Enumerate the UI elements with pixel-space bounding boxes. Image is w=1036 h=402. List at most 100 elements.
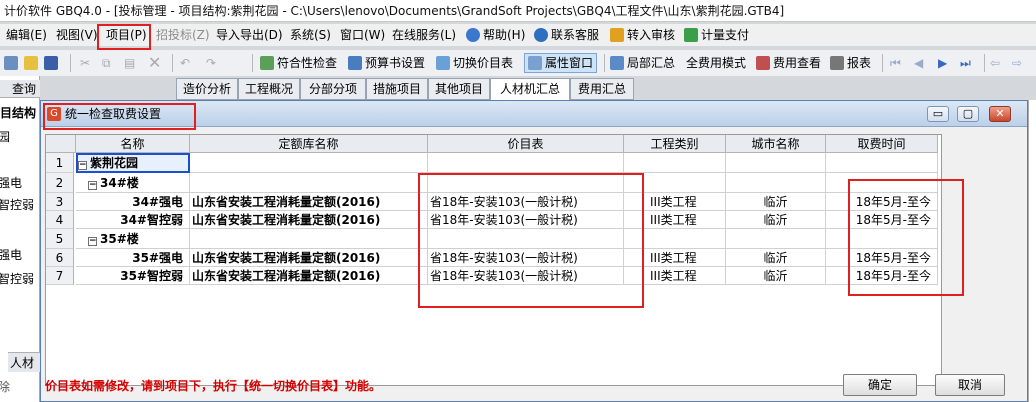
compliance-check-button[interactable]: 符合性检查: [260, 53, 337, 73]
column-header-fee-time[interactable]: 取费时间: [826, 135, 938, 153]
menu-window[interactable]: 窗口(W): [340, 24, 385, 46]
menu-transfer-audit[interactable]: 转入审核: [610, 24, 675, 46]
next-icon[interactable]: ▶: [938, 53, 947, 73]
toolbar-separator: [604, 54, 605, 72]
tree-item-34-weak[interactable]: 智控弱: [0, 196, 34, 213]
fee-time-cell[interactable]: 18年5月-至今: [826, 267, 938, 285]
grid-name-cell[interactable]: − 紫荆花园: [76, 153, 190, 173]
library-cell[interactable]: 山东省安装工程消耗量定额(2016): [190, 267, 428, 285]
price-table-cell[interactable]: 省18年-安装103(一般计税): [428, 193, 624, 211]
report-button[interactable]: 报表: [830, 53, 871, 73]
dialog-titlebar[interactable]: G 统一检查取费设置 ▭ ▢ ✕: [41, 101, 1027, 127]
city-cell[interactable]: 临沂: [726, 193, 826, 211]
library-cell[interactable]: 山东省安装工程消耗量定额(2016): [190, 211, 428, 229]
redo-icon[interactable]: ↷: [206, 53, 216, 73]
bottom-item[interactable]: 除: [0, 378, 10, 395]
budget-settings-button[interactable]: 预算书设置: [348, 53, 425, 73]
grid-name-cell[interactable]: 34#智控弱: [76, 211, 190, 229]
grid-name-cell[interactable]: 35#智控弱: [76, 267, 190, 285]
arrow-left-icon[interactable]: ⇦: [990, 53, 1000, 73]
collapse-icon[interactable]: −: [88, 181, 97, 190]
tab-other-items[interactable]: 其他项目: [428, 78, 490, 100]
menu-measure-payment[interactable]: 计量支付: [684, 24, 749, 46]
report-icon: [830, 56, 844, 70]
menu-customer-service[interactable]: 联系客服: [534, 24, 599, 46]
cut-icon[interactable]: ✂: [80, 53, 90, 73]
column-header-name[interactable]: 名称: [76, 135, 190, 153]
fee-time-cell[interactable]: 18年5月-至今: [826, 249, 938, 267]
tab-project-overview[interactable]: 工程概况: [238, 78, 300, 100]
tree-item-34-power[interactable]: 强电: [0, 174, 22, 191]
library-cell[interactable]: 山东省安装工程消耗量定额(2016): [190, 193, 428, 211]
menu-view[interactable]: 视图(V): [56, 24, 98, 46]
price-table-cell[interactable]: 省18年-安装103(一般计税): [428, 267, 624, 285]
category-cell[interactable]: III类工程: [624, 211, 726, 229]
tab-measures[interactable]: 措施项目: [366, 78, 428, 100]
maximize-button[interactable]: ▢: [957, 106, 979, 122]
ok-button[interactable]: 确定: [843, 374, 917, 396]
category-cell[interactable]: III类工程: [624, 193, 726, 211]
grid-name-cell[interactable]: 34#强电: [76, 193, 190, 211]
grid-name-cell[interactable]: −35#楼: [76, 229, 190, 249]
city-cell[interactable]: 临沂: [726, 267, 826, 285]
arrow-right-icon[interactable]: ⇨: [1012, 53, 1022, 73]
price-table-cell: [428, 153, 624, 173]
column-header-category[interactable]: 工程类别: [624, 135, 726, 153]
partial-summary-button[interactable]: 局部汇总: [610, 53, 675, 73]
summary-icon: [610, 56, 624, 70]
menu-system[interactable]: 系统(S): [290, 24, 331, 46]
menu-online-service[interactable]: 在线服务(L): [392, 24, 456, 46]
tree-item-35-weak[interactable]: 智控弱: [0, 270, 34, 287]
fee-time-cell[interactable]: 18年5月-至今: [826, 193, 938, 211]
category-cell[interactable]: III类工程: [624, 267, 726, 285]
column-header-city[interactable]: 城市名称: [726, 135, 826, 153]
right-panel-edge: [1028, 100, 1036, 402]
grid-name-cell[interactable]: 35#强电: [76, 249, 190, 267]
grid-name-cell[interactable]: −34#楼: [76, 173, 190, 193]
first-icon[interactable]: ⏮: [890, 53, 901, 73]
menu-import-export[interactable]: 导入导出(D): [216, 24, 283, 46]
menu-bidding[interactable]: 招投标(Z): [156, 24, 210, 46]
edit-icon[interactable]: [4, 53, 21, 73]
city-cell[interactable]: 临沂: [726, 211, 826, 229]
last-icon[interactable]: ⏭: [960, 53, 971, 73]
collapse-icon[interactable]: −: [78, 161, 87, 170]
delete-icon[interactable]: ✕: [148, 53, 161, 73]
tab-cost-analysis[interactable]: 造价分析: [176, 78, 238, 100]
column-header-library[interactable]: 定额库名称: [190, 135, 428, 153]
save-icon[interactable]: [44, 53, 61, 73]
undo-icon[interactable]: ↶: [180, 53, 190, 73]
city-cell[interactable]: 临沂: [726, 249, 826, 267]
previous-icon[interactable]: ◀: [914, 53, 923, 73]
tab-sections[interactable]: 分部分项: [300, 78, 366, 100]
close-button[interactable]: ✕: [989, 106, 1011, 122]
help-icon: [466, 28, 480, 42]
tree-item-35-power[interactable]: 强电: [0, 246, 22, 263]
query-button[interactable]: 查询: [0, 80, 40, 98]
fee-time-cell[interactable]: 18年5月-至今: [826, 211, 938, 229]
view-cost-button[interactable]: 费用查看: [756, 53, 821, 73]
cancel-button[interactable]: 取消: [935, 374, 1005, 396]
library-cell[interactable]: 山东省安装工程消耗量定额(2016): [190, 249, 428, 267]
paste-icon[interactable]: ▤: [124, 53, 135, 73]
menu-help[interactable]: 帮助(H): [466, 24, 525, 46]
open-folder-icon[interactable]: [24, 53, 41, 73]
price-table-cell[interactable]: 省18年-安装103(一般计税): [428, 249, 624, 267]
switch-price-table-button[interactable]: 切换价目表: [436, 53, 513, 73]
tab-fee-summary[interactable]: 费用汇总: [570, 78, 634, 100]
price-table-note: 价目表如需修改，请到项目下，执行【统一切换价目表】功能。: [45, 379, 382, 393]
menu-edit[interactable]: 编辑(E): [6, 24, 47, 46]
tree-item-root[interactable]: 园: [0, 128, 10, 145]
price-table-cell[interactable]: 省18年-安装103(一般计税): [428, 211, 624, 229]
property-window-button[interactable]: 属性窗口: [524, 53, 598, 73]
column-header-price-table[interactable]: 价目表: [428, 135, 624, 153]
minimize-button[interactable]: ▭: [927, 106, 949, 122]
bottom-tab-materials[interactable]: 人材: [8, 352, 40, 372]
fee-time-cell: [826, 173, 938, 193]
category-cell[interactable]: III类工程: [624, 249, 726, 267]
menu-project[interactable]: 项目(P): [106, 24, 147, 46]
copy-icon[interactable]: ⧉: [102, 53, 111, 73]
collapse-icon[interactable]: −: [88, 237, 97, 246]
full-cost-mode-button[interactable]: 全费用模式: [686, 53, 746, 73]
tab-labor-material-summary[interactable]: 人材机汇总: [490, 78, 570, 101]
